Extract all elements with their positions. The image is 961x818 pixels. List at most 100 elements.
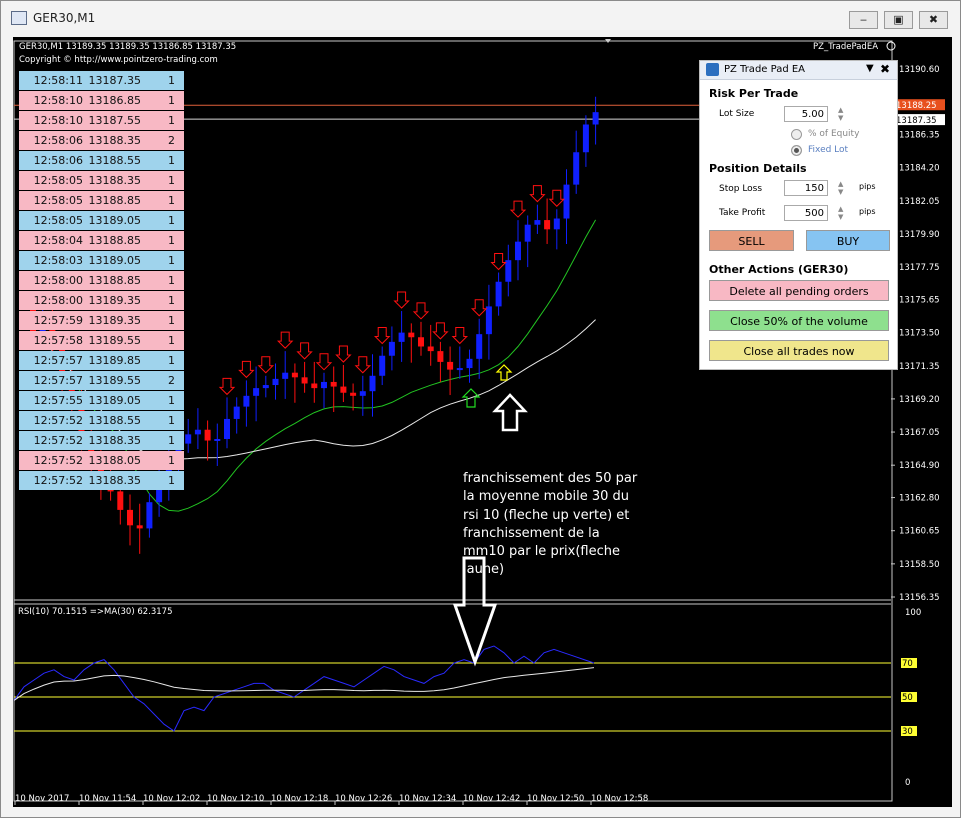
minimize-button[interactable]: ‒	[849, 11, 878, 29]
tape-time: 12:57:59	[33, 314, 83, 327]
candle-body	[398, 332, 405, 342]
tape-row: 12:58:00 13188.85 1	[19, 271, 184, 290]
down-arrow-icon	[315, 353, 333, 371]
take-profit-input[interactable]: 500	[784, 205, 828, 221]
candle-body	[311, 383, 318, 389]
time-tick-label: 10 Nov 12:50	[527, 794, 584, 804]
tape-time: 12:58:05	[33, 194, 83, 207]
tape-price: 13188.05	[88, 454, 142, 467]
tape-row: 12:58:06 13188.55 1	[19, 151, 184, 170]
candle-body	[233, 406, 240, 419]
rsi-label: RSI(10) 70.1515 =>MA(30) 62.3175	[18, 607, 173, 617]
tape-price: 13187.55	[88, 114, 142, 127]
candle-body	[437, 351, 444, 362]
close-panel-icon[interactable]: ✖	[880, 62, 890, 76]
stop-loss-stepper[interactable]: ▲ ▼	[838, 180, 843, 196]
equity-radio[interactable]	[791, 129, 802, 140]
lot-size-stepper[interactable]: ▲ ▼	[838, 106, 843, 122]
down-arrow-icon	[373, 326, 391, 345]
close-button[interactable]: ✖	[919, 11, 948, 29]
tape-row: 12:57:57 13189.55 2	[19, 371, 184, 390]
tape-volume: 1	[168, 354, 175, 367]
candle-body	[127, 509, 133, 526]
risk-heading: Risk Per Trade	[709, 87, 799, 100]
stop-loss-input[interactable]: 150	[784, 180, 828, 196]
candle-body	[224, 418, 230, 439]
rsi-level-label: 70	[902, 659, 913, 669]
sell-button[interactable]: SELL	[709, 230, 794, 251]
take-profit-stepper[interactable]: ▲ ▼	[838, 205, 843, 221]
tape-time: 12:57:52	[33, 474, 83, 487]
tape-time: 12:58:00	[33, 274, 83, 287]
tape-price: 13189.05	[88, 394, 142, 407]
candle-body	[418, 337, 424, 347]
candle-body	[553, 218, 560, 230]
time-tick-label: 10 Nov 12:34	[399, 794, 456, 804]
time-and-sales-list: 12:58:11 13187.35 1 12:58:10 13186.85 1 12:58:…	[19, 71, 184, 491]
tape-row: 12:58:05 13188.85 1	[19, 191, 184, 210]
tape-price: 13189.05	[88, 254, 142, 267]
tape-volume: 2	[168, 134, 175, 147]
time-tick-label: 10 Nov 2017	[15, 794, 69, 804]
candle-body	[185, 434, 192, 444]
price-tick-label: 13177.75	[899, 263, 940, 273]
price-tick-label: 13164.90	[899, 461, 940, 471]
tape-row: 12:57:52 13188.05 1	[19, 451, 184, 470]
price-tick-label: 13186.35	[899, 131, 940, 141]
tape-volume: 1	[168, 174, 175, 187]
tape-time: 12:58:05	[33, 214, 83, 227]
down-arrow-icon	[393, 291, 410, 309]
restore-button[interactable]: ▣	[884, 11, 913, 29]
close-all-button[interactable]: Close all trades now	[709, 340, 889, 361]
candle-body	[340, 386, 347, 393]
close-half-button[interactable]: Close 50% of the volume	[709, 310, 889, 331]
pin-icon[interactable]: ▼	[866, 63, 874, 74]
tape-volume: 1	[168, 474, 175, 487]
tape-time: 12:58:10	[33, 114, 83, 127]
tape-time: 12:57:52	[33, 414, 83, 427]
tape-price: 13186.85	[88, 94, 142, 107]
down-arrow-icon	[451, 326, 469, 345]
candle-body	[466, 358, 473, 369]
tape-volume: 1	[168, 74, 175, 87]
tape-time: 12:57:55	[33, 394, 83, 407]
tape-row: 12:58:06 13188.35 2	[19, 131, 184, 150]
candle-body	[291, 372, 298, 378]
tape-time: 12:57:58	[33, 334, 83, 347]
white-up-arrow-icon	[492, 393, 528, 432]
lot-size-input[interactable]: 5.00	[784, 106, 828, 122]
candle-body	[262, 385, 269, 389]
trade-pad-header[interactable]: PZ Trade Pad EA ▼ ✖	[700, 61, 897, 80]
tape-price: 13188.35	[88, 134, 142, 147]
candle-body	[408, 332, 415, 338]
tape-volume: 1	[168, 154, 175, 167]
tape-volume: 1	[168, 314, 175, 327]
candle-body	[524, 224, 531, 242]
candle-body	[272, 378, 279, 386]
delete-pending-button[interactable]: Delete all pending orders	[709, 280, 889, 301]
yellow-up-arrow-icon	[495, 364, 513, 381]
equity-radio-label: % of Equity	[808, 129, 860, 139]
annotation-line: franchissement des 50 par	[463, 471, 638, 486]
price-chart[interactable]: 13190.60 13186.35 13184.20 13182.05 13179.90…	[13, 37, 952, 807]
candle-body	[505, 260, 512, 282]
position-heading: Position Details	[709, 162, 807, 175]
tape-row: 12:58:03 13189.05 1	[19, 251, 184, 270]
fixed-lot-radio[interactable]	[791, 145, 802, 156]
tape-price: 13188.85	[88, 194, 142, 207]
tape-volume: 1	[168, 234, 175, 247]
candle-body	[592, 112, 599, 125]
price-tick-label: 13173.50	[899, 329, 940, 339]
price-tick-label: 13184.20	[899, 164, 940, 174]
time-tick-label: 10 Nov 11:54	[79, 794, 136, 804]
candle-body	[282, 372, 289, 379]
buy-button[interactable]: BUY	[806, 230, 890, 251]
candle-body	[573, 152, 580, 185]
down-arrow-icon	[470, 299, 488, 317]
rsi-line	[13, 645, 595, 732]
tape-volume: 2	[168, 374, 175, 387]
tape-row: 12:57:58 13189.55 1	[19, 331, 184, 350]
down-arrow-icon	[490, 252, 507, 271]
tape-time: 12:58:05	[33, 174, 83, 187]
down-arrow-icon	[335, 345, 352, 363]
